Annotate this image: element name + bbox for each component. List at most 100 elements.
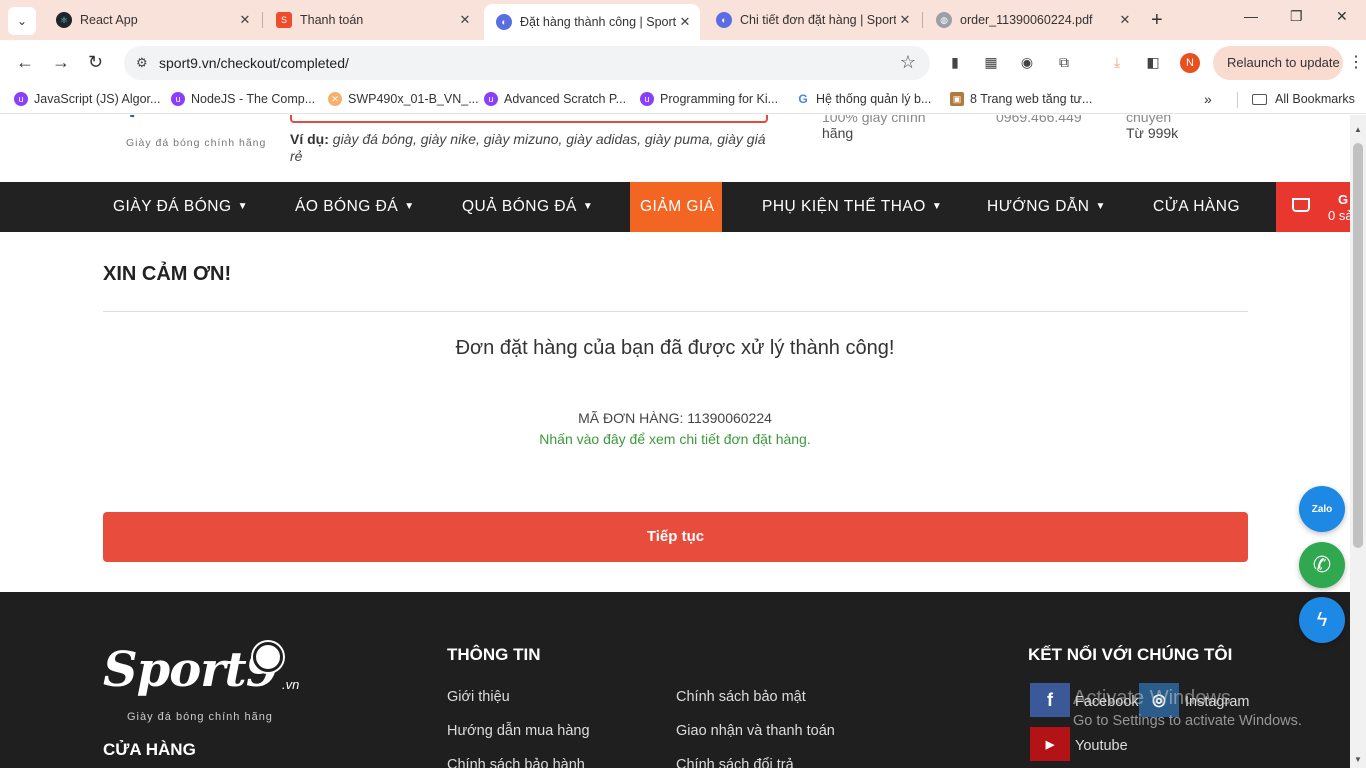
scroll-down-icon[interactable]: ▼ [1354,755,1362,764]
footer-link[interactable]: Giới thiệu [447,689,510,705]
nav-qua-bong-da[interactable]: QUẢ BÓNG ĐÁ ▼ [462,182,593,232]
footer-link[interactable]: Chính sách bảo mật [676,689,806,705]
nav-cua-hang[interactable]: CỬA HÀNG [1153,182,1240,232]
bookmark-label: NodeJS - The Comp... [191,92,316,106]
close-icon[interactable]: ✕ [236,12,254,28]
bookmark-item[interactable]: u Advanced Scratch P... [484,92,626,106]
google-icon: G [796,92,810,106]
tab-dat-hang-thanh-cong[interactable]: ◐ Đặt hàng thành công | Sport9 ✕ [484,4,700,40]
tab-strip: ⌄ ⚛ React App ✕ S Thanh toán ✕ ◐ Đặt hàn… [0,0,1366,40]
footer-link[interactable]: Chính sách bảo hành [447,757,585,768]
page-scrollbar[interactable]: ▲ ▼ [1350,115,1366,768]
new-tab-button[interactable]: + [1151,9,1163,32]
site-info-icon[interactable]: ⚙ [136,55,148,71]
header-info-line: 100% giày chính [822,115,926,125]
profile-avatar[interactable]: N [1180,53,1200,73]
address-bar[interactable]: ⚙ sport9.vn/checkout/completed/ ☆ [124,46,930,80]
nav-giam-gia[interactable]: GIẢM GIÁ [630,182,722,232]
zalo-icon: Zalo [1311,503,1333,515]
site-footer: Sport9 .vn Giày đá bóng chính hãng CỬA H… [0,592,1350,768]
nav-huong-dan[interactable]: HƯỚNG DẪN ▼ [987,182,1106,232]
nav-phu-kien[interactable]: PHỤ KIỆN THỂ THAO ▼ [762,182,942,232]
sport9-site-icon: ◐ [496,14,512,30]
more-bookmarks-icon[interactable]: » [1204,91,1212,107]
header-info-shipping: chuyển Từ 999k [1126,115,1178,141]
cart-button[interactable]: G 0 sả [1276,182,1350,232]
page-viewport: Giày đá bóng chính hãng Ví dụ: giày đá b… [0,115,1350,768]
bookmark-label: SWP490x_01-B_VN_... [348,92,479,106]
close-icon[interactable]: ✕ [896,12,914,28]
tab-title: order_11390060224.pdf [960,13,1093,27]
restore-button[interactable]: ❐ [1290,8,1303,25]
close-icon[interactable]: ✕ [676,14,694,30]
header-info-line: 0969.466.449 [996,115,1082,125]
browser-toolbar: ← → ↻ ⚙ sport9.vn/checkout/completed/ ☆ … [0,40,1366,86]
bookmark-item[interactable]: u NodeJS - The Comp... [171,92,315,106]
folder-icon [1252,93,1267,105]
bookmark-star-icon[interactable]: ☆ [900,52,916,73]
zalo-button[interactable]: Zalo [1299,486,1345,532]
continue-button[interactable]: Tiếp tục [103,512,1248,562]
url-text[interactable]: sport9.vn/checkout/completed/ [159,55,349,71]
udemy-icon: u [640,92,654,106]
udemy-icon: u [484,92,498,106]
bookmark-item[interactable]: G Hệ thống quản lý b... [796,92,931,106]
site-logo[interactable] [130,115,260,129]
tab-title: Thanh toán [300,13,364,27]
tab-chi-tiet-don[interactable]: ◐ Chi tiết đơn đặt hàng | Sport9 ✕ [704,4,920,36]
forward-button[interactable]: → [52,52,70,73]
download-icon[interactable]: ⤓ [1108,53,1126,71]
youtube-link[interactable]: Youtube [1075,738,1128,754]
extension-icon[interactable]: ▦ [982,53,1000,71]
extension-icon[interactable]: ▮ [946,53,964,71]
nav-label: HƯỚNG DẪN [987,198,1090,215]
footer-link[interactable]: Giao nhận và thanh toán [676,723,835,739]
chevron-down-icon: ▼ [237,201,248,212]
close-icon[interactable]: ✕ [456,12,474,28]
chevron-down-icon: ▼ [931,201,943,212]
nav-ao-bong-da[interactable]: ÁO BÓNG ĐÁ ▼ [295,182,415,232]
search-input[interactable] [290,115,768,123]
footer-link[interactable]: Chính sách đổi trả [676,757,794,768]
footer-logo[interactable]: Sport9 [103,642,279,698]
scroll-thumb[interactable] [1353,143,1363,548]
minimize-button[interactable]: — [1244,8,1258,24]
close-window-button[interactable]: ✕ [1336,8,1348,25]
footer-link[interactable]: Hướng dẫn mua hàng [447,723,590,739]
extension-icon[interactable]: ◉ [1018,53,1036,71]
youtube-icon[interactable]: ▶ [1030,727,1070,761]
tab-thanh-toan[interactable]: S Thanh toán ✕ [264,4,480,36]
bookmark-item[interactable]: ✕ SWP490x_01-B_VN_... [328,92,479,106]
tab-order-pdf[interactable]: ◍ order_11390060224.pdf ✕ [924,4,1140,36]
bookmark-item[interactable]: ▣ 8 Trang web tăng tư... [950,92,1092,106]
udemy-icon: u [14,92,28,106]
order-detail-link[interactable]: Nhấn vào đây để xem chi tiết đơn đặt hàn… [0,431,1350,447]
all-bookmarks-button[interactable]: All Bookmarks [1252,92,1355,106]
facebook-icon[interactable]: f [1030,683,1070,717]
bookmark-label: JavaScript (JS) Algor... [34,92,161,106]
close-icon[interactable]: ✕ [1116,12,1134,28]
tab-react-app[interactable]: ⚛ React App ✕ [44,4,260,36]
back-button[interactable]: ← [16,52,34,73]
cart-count: 0 sả [1328,208,1350,223]
bookmark-label: Hệ thống quản lý b... [816,92,932,106]
puzzle-icon[interactable]: ⧉ [1055,53,1073,71]
menu-icon[interactable]: ⋮ [1348,52,1364,72]
messenger-button[interactable]: ϟ [1299,597,1345,643]
tab-separator [262,12,263,28]
globe-icon: ◍ [936,12,952,28]
phone-icon: ✆ [1312,552,1332,577]
nav-giay-da-bong[interactable]: GIÀY ĐÁ BÓNG ▼ [113,182,248,232]
side-panel-icon[interactable]: ◧ [1144,53,1162,71]
scroll-up-icon[interactable]: ▲ [1354,125,1362,134]
bookmark-label: Advanced Scratch P... [504,92,627,106]
reload-button[interactable]: ↻ [88,52,103,73]
box-icon: ▣ [950,92,964,106]
phone-button[interactable]: ✆ [1299,542,1345,588]
cart-label: G [1338,192,1349,207]
tab-separator [922,12,923,28]
bookmark-item[interactable]: u JavaScript (JS) Algor... [14,92,160,106]
bookmark-item[interactable]: u Programming for Ki... [640,92,778,106]
tab-search-button[interactable]: ⌄ [8,7,36,35]
relaunch-button[interactable]: Relaunch to update [1213,46,1343,80]
